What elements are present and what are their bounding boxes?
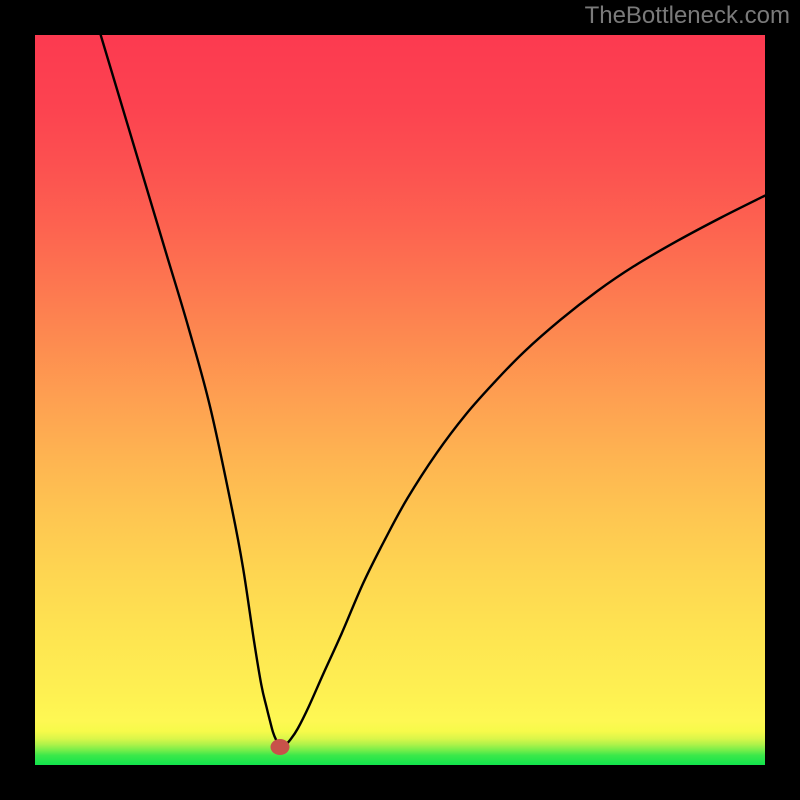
- plot-area: [35, 35, 765, 765]
- chart-frame: TheBottleneck.com: [0, 0, 800, 800]
- bottleneck-curve: [35, 35, 765, 765]
- minimum-marker: [270, 739, 289, 755]
- watermark-text: TheBottleneck.com: [585, 2, 790, 30]
